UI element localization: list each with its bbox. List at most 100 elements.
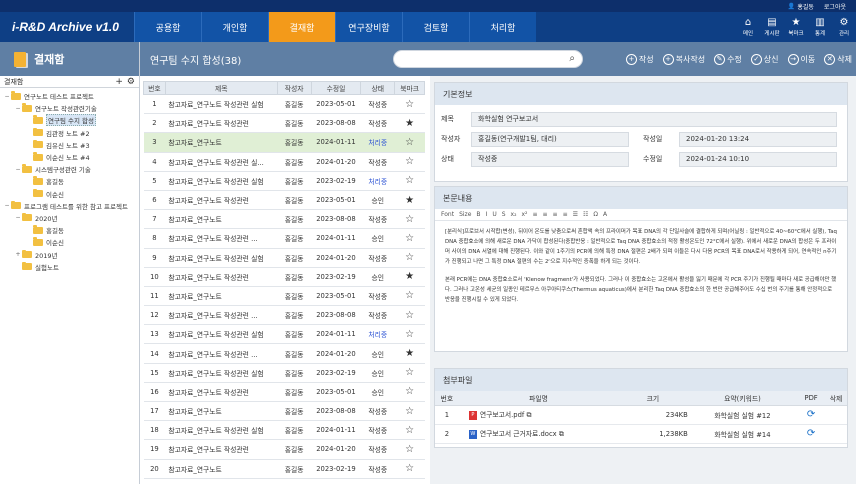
attach-file[interactable]: W 연구보고서 근거자료.docx ⧉ [458,424,619,444]
list-header[interactable]: 상태 [360,81,396,95]
row-title[interactable]: 참고자료_연구노트 작성관련 실험 [165,363,278,383]
settings-icon[interactable]: ⚙ [127,77,135,87]
tree-toggle-icon[interactable]: − [3,202,11,209]
header-icon-2[interactable]: ★ 북마크 [784,12,808,42]
bookmark-star-icon[interactable]: ☆ [394,94,425,115]
table-row[interactable]: 2 참고자료_연구노트 작성관련 홍길동 2023-08-08 작성중 ★ [143,113,425,134]
row-title[interactable]: 참고자료_연구노트 작성관련 실험 [165,94,278,115]
bookmark-star-icon[interactable]: ★ [394,113,425,134]
bookmark-star-icon[interactable]: ★ [394,343,425,364]
tree-item[interactable]: 이순신 [0,188,139,200]
editor-tool-button[interactable]: ≡ [553,211,558,218]
row-title[interactable]: 참고자료_연구노트 작성관련 [165,267,278,287]
attach-filename[interactable]: 연구보고서.pdf [480,411,524,419]
table-row[interactable]: 14 참고자료_연구노트 작성관련 ... 홍길동 2024-01-20 승인 ★ [143,343,425,364]
editor-tool-button[interactable]: Ω [593,211,598,218]
bookmark-star-icon[interactable]: ☆ [394,248,425,268]
editor-tool-button[interactable]: x₂ [511,211,517,218]
tab-2[interactable]: 결재함 [268,12,335,42]
row-title[interactable]: 참고자료_연구노트 작성관련 ... [165,343,278,364]
tree-item[interactable]: 홍길동 [0,175,139,187]
subject-field[interactable]: 화학실험 연구보고서 [471,111,837,127]
bookmark-star-icon[interactable]: ☆ [394,420,425,441]
attach-file[interactable]: P 연구보고서.pdf ⧉ [458,405,619,425]
bookmark-star-icon[interactable]: ☆ [394,152,425,172]
tree-item[interactable]: 김유신 노트 #3 [0,139,139,151]
action-button-4[interactable]: → 이동 [787,53,815,65]
user-link[interactable]: 👤 홍길동 [788,2,814,11]
list-header[interactable]: 수정일 [310,81,362,95]
bookmark-star-icon[interactable]: ☆ [394,363,425,383]
bookmark-star-icon[interactable]: ☆ [394,459,425,479]
table-row[interactable]: 16 참고자료_연구노트 작성관련 홍길동 2023-05-01 승인 ☆ [143,382,425,403]
tree-item[interactable]: 홍길동 [0,224,139,236]
header-icon-0[interactable]: ⌂ 메인 [736,12,760,42]
row-title[interactable]: 참고자료_연구노트 작성관련 [165,382,278,403]
table-row[interactable]: 4 참고자료_연구노트 작성관련 실... 홍길동 2024-01-20 작성중 ☆ [143,152,425,172]
bookmark-star-icon[interactable]: ☆ [394,305,425,326]
row-title[interactable]: 참고자료_연구노트 작성관련 실험 [165,171,278,191]
header-icon-3[interactable]: ▥ 통계 [808,12,832,42]
editor-tool-button[interactable]: U [492,211,496,218]
row-title[interactable]: 참고자료_연구노트 작성관련 ... [165,228,278,249]
tree-item[interactable]: 김관정 노트 #2 [0,127,139,139]
row-title[interactable]: 참고자료_연구노트 [165,132,278,153]
editor-tool-button[interactable]: ≡ [543,211,548,218]
tree-item[interactable]: 연구팀 수지 합성 [0,114,139,127]
editor-tool-button[interactable]: B [476,211,480,218]
editor-tool-button[interactable]: x² [522,211,528,218]
bookmark-star-icon[interactable]: ☆ [394,324,425,345]
editor-tool-button[interactable]: ☷ [583,211,588,218]
row-title[interactable]: 참고자료_연구노트 [165,459,278,479]
attach-delete-cell[interactable] [825,405,847,425]
tree-item[interactable]: − 시스템구성관련 기술 [0,163,139,175]
row-title[interactable]: 참고자료_연구노트 작성관련 ... [165,305,278,326]
tree-item[interactable]: − 연구노트 테스트 프로젝트 [0,90,139,102]
open-external-icon[interactable]: ⧉ [557,430,564,438]
table-row[interactable]: 1 참고자료_연구노트 작성관련 실험 홍길동 2023-05-01 작성중 ☆ [143,94,425,115]
tree-item[interactable]: 이순신 [0,236,139,248]
row-title[interactable]: 참고자료_연구노트 작성관련 실험 [165,324,278,345]
header-icon-1[interactable]: ▤ 게시판 [760,12,784,42]
open-external-icon[interactable]: ⧉ [524,411,531,419]
list-header[interactable]: 작성자 [276,81,312,95]
table-row[interactable]: 3 참고자료_연구노트 홍길동 2024-01-11 처리중 ☆ [143,132,425,153]
bookmark-star-icon[interactable]: ☆ [394,228,425,249]
bookmark-star-icon[interactable]: ☆ [394,286,425,307]
table-row[interactable]: 11 참고자료_연구노트 홍길동 2023-05-01 작성중 ☆ [143,286,425,307]
attach-filename[interactable]: 연구보고서 근거자료.docx [480,430,557,438]
row-title[interactable]: 참고자료_연구노트 작성관련 실... [165,152,278,172]
row-title[interactable]: 참고자료_연구노트 작성관련 실험 [165,248,278,268]
search-icon[interactable]: ⌕ [569,53,575,64]
table-row[interactable]: 9 참고자료_연구노트 작성관련 실험 홍길동 2024-01-20 작성중 ☆ [143,248,425,268]
table-row[interactable]: 20 참고자료_연구노트 홍길동 2023-02-19 작성중 ☆ [143,459,425,479]
app-logo[interactable]: i-R&D Archive v1.0 [0,12,134,42]
row-title[interactable]: 참고자료_연구노트 [165,401,278,422]
tree-toggle-icon[interactable]: − [14,166,22,173]
row-title[interactable]: 참고자료_연구노트 작성관련 [165,113,278,134]
editor-tool-button[interactable]: ≡ [563,211,568,218]
bookmark-star-icon[interactable]: ☆ [394,439,425,460]
add-folder-icon[interactable]: + [115,77,123,87]
tab-3[interactable]: 연구장비함 [335,12,402,42]
editor-tool-button[interactable]: A [603,211,607,218]
pdf-convert-icon[interactable]: ⟳ [797,405,826,425]
list-header[interactable]: 북마크 [394,81,425,95]
action-button-1[interactable]: + 복사작성 [662,53,705,65]
table-row[interactable]: 18 참고자료_연구노트 작성관련 실험 홍길동 2024-01-11 작성중 ☆ [143,420,425,441]
tab-0[interactable]: 공용함 [134,12,201,42]
tree-item[interactable]: − 연구노트 작성관련기술 [0,102,139,114]
table-row[interactable]: 13 참고자료_연구노트 작성관련 실험 홍길동 2024-01-11 처리중 ☆ [143,324,425,345]
tree-item[interactable]: − 프로그램 테스트를 위한 참고 프로젝트 [0,200,139,212]
table-row[interactable]: 5 참고자료_연구노트 작성관련 실험 홍길동 2023-02-19 처리중 ☆ [143,171,425,191]
bookmark-star-icon[interactable]: ☆ [394,382,425,403]
row-title[interactable]: 참고자료_연구노트 작성관련 실험 [165,420,278,441]
editor-tool-button[interactable]: S [502,211,506,218]
action-button-0[interactable]: + 작성 [625,53,654,65]
table-row[interactable]: 8 참고자료_연구노트 작성관련 ... 홍길동 2024-01-11 승인 ☆ [143,228,425,249]
bookmark-star-icon[interactable]: ★ [394,267,425,287]
table-row[interactable]: 7 참고자료_연구노트 홍길동 2023-08-08 작성중 ☆ [143,209,425,230]
editor-content[interactable]: [분리식]프로브서 시작합(변성), 뒤이어 온도를 낮춤으로써 혼합액 속의 … [435,221,847,319]
tree-item[interactable]: +2019년 [0,248,139,260]
tree-toggle-icon[interactable]: − [14,105,22,112]
